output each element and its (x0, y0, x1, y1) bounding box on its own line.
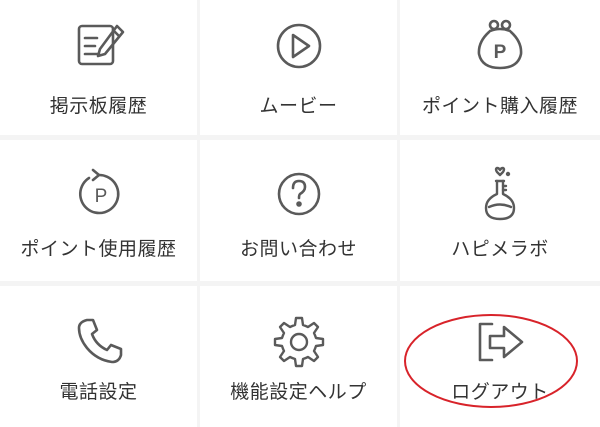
flask-heart-icon (468, 162, 532, 226)
menu-item-label: 電話設定 (59, 381, 138, 403)
bulletin-board-icon (67, 14, 131, 78)
menu-item-point-purchase-history[interactable]: P ポイント購入履歴 (400, 0, 600, 135)
menu-item-point-usage-history[interactable]: P ポイント使用履歴 (0, 140, 197, 281)
menu-item-phone-settings[interactable]: 電話設定 (0, 286, 197, 427)
phone-icon (67, 310, 131, 374)
logout-icon (468, 310, 532, 374)
menu-item-label: ログアウト (451, 381, 549, 403)
question-icon (267, 162, 331, 226)
svg-text:P: P (494, 42, 507, 63)
svg-text:P: P (94, 186, 107, 207)
coin-purse-icon: P (468, 14, 532, 78)
menu-item-bulletin-history[interactable]: 掲示板履歴 (0, 0, 197, 135)
menu-item-happime-lab[interactable]: ハピメラボ (400, 140, 600, 281)
point-history-icon: P (67, 162, 131, 226)
menu-item-feature-settings-help[interactable]: 機能設定ヘルプ (200, 286, 397, 427)
menu-item-label: 機能設定ヘルプ (230, 381, 367, 403)
menu-item-contact[interactable]: お問い合わせ (200, 140, 397, 281)
menu-item-label: ポイント購入履歴 (421, 95, 578, 117)
play-icon (267, 14, 331, 78)
gear-icon (267, 310, 331, 374)
menu-item-logout[interactable]: ログアウト (400, 286, 600, 427)
menu-item-label: ムービー (259, 95, 338, 117)
menu-grid: 掲示板履歴 ムービー P ポイント購入履歴 P ポイント使用履歴 お問い合わせ … (0, 0, 600, 427)
menu-item-movie[interactable]: ムービー (200, 0, 397, 135)
menu-item-label: 掲示板履歴 (49, 95, 148, 117)
menu-item-label: ハピメラボ (451, 238, 549, 260)
menu-item-label: ポイント使用履歴 (20, 238, 177, 260)
menu-item-label: お問い合わせ (239, 238, 357, 260)
